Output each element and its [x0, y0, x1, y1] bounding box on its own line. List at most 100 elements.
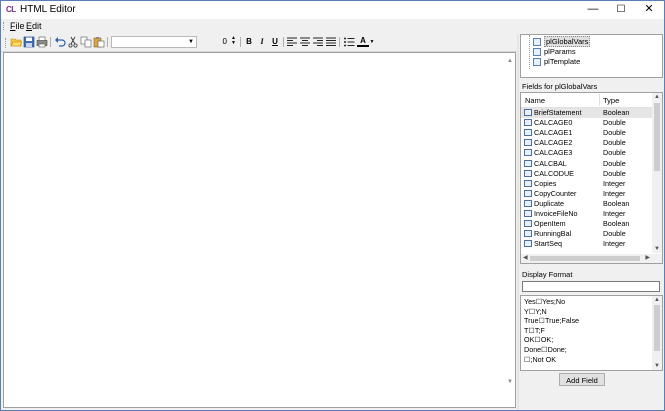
font-size-stepper[interactable]: 0 ▲ ▼ [200, 36, 237, 48]
title-bar[interactable]: CL HTML Editor — ☐ ✕ [1, 1, 664, 19]
field-type: Double [603, 229, 626, 239]
tree-connector [529, 35, 531, 69]
list-item[interactable]: OK☐OK; [524, 335, 553, 345]
scroll-up-icon[interactable]: ▲ [654, 94, 660, 100]
scroll-down-icon[interactable]: ▼ [654, 246, 660, 252]
tree-item-plglobalvars[interactable]: plGlobalVars [533, 36, 591, 47]
paste-icon[interactable] [93, 36, 105, 48]
field-name: CALCAGE1 [534, 128, 573, 138]
maximize-button[interactable]: ☐ [607, 1, 635, 18]
fields-list[interactable]: Name Type BriefStatement Boolean CALCAGE0 D… [520, 92, 663, 264]
minimize-button[interactable]: — [579, 1, 607, 18]
field-name: CopyCounter [534, 188, 577, 198]
column-divider[interactable] [599, 94, 600, 106]
align-center-icon[interactable] [299, 36, 311, 48]
display-format-options[interactable]: Yes☐Yes;No Y☐Y;N True☐True;False T☐T;F OK☐OK… [520, 295, 663, 371]
field-icon [524, 139, 532, 147]
chevron-down-icon[interactable]: ▼ [369, 36, 375, 48]
scroll-left-icon[interactable]: ◀ [523, 254, 528, 261]
bullet-list-icon[interactable] [343, 36, 355, 48]
scroll-up-icon[interactable]: ▲ [507, 58, 513, 64]
scroll-thumb[interactable] [654, 305, 660, 351]
font-color-button[interactable]: A [357, 36, 369, 47]
save-icon[interactable] [23, 36, 35, 48]
tree-item-label: plGlobalVars [544, 36, 591, 47]
chevron-down-icon[interactable]: ▼ [186, 37, 196, 47]
table-row[interactable]: CALCAGE2 Double [521, 138, 652, 148]
table-row[interactable]: CALCAGE0 Double [521, 118, 652, 128]
copy-icon[interactable] [80, 36, 92, 48]
list-item[interactable]: Y☐Y;N [524, 307, 547, 317]
table-row[interactable]: Copies Integer [521, 179, 652, 189]
table-row[interactable]: BriefStatement Boolean [521, 108, 652, 118]
table-row[interactable]: CALCBAL Double [521, 159, 652, 169]
list-item[interactable]: True☐True;False [524, 316, 579, 326]
field-name: Duplicate [534, 198, 564, 208]
field-type: Integer [603, 178, 626, 188]
tree-item-plparams[interactable]: plParams [533, 47, 576, 57]
underline-button[interactable]: U [269, 36, 281, 48]
template-tree[interactable]: plGlobalVars plParams plTemplate [520, 34, 663, 78]
field-icon [524, 119, 532, 127]
table-row[interactable]: Duplicate Boolean [521, 199, 652, 209]
field-name: InvoiceFileNo [534, 209, 578, 218]
scroll-right-icon[interactable]: ▶ [645, 254, 650, 261]
align-right-icon[interactable] [312, 36, 324, 48]
fields-label: Fields for plGlobalVars [522, 82, 598, 91]
column-header-name[interactable]: Name [525, 96, 545, 105]
close-button[interactable]: ✕ [635, 1, 663, 18]
scroll-down-icon[interactable]: ▼ [507, 379, 513, 385]
open-icon[interactable] [10, 36, 22, 48]
field-name: RunningBal [534, 229, 572, 239]
fields-vscrollbar[interactable]: ▲ ▼ [652, 93, 662, 253]
table-row[interactable]: CopyCounter Integer [521, 189, 652, 199]
scroll-thumb[interactable] [654, 103, 660, 171]
cut-icon[interactable] [67, 36, 79, 48]
table-row[interactable]: RunningBal Double [521, 229, 652, 239]
format-vscrollbar[interactable]: ▲ ▼ [652, 296, 662, 370]
table-row[interactable]: InvoiceFileNo Integer [521, 209, 652, 219]
spin-arrows-icon[interactable]: ▲ ▼ [231, 36, 236, 46]
field-icon [524, 129, 532, 137]
list-item[interactable]: Yes☐Yes;No [524, 297, 565, 307]
scroll-up-icon[interactable]: ▲ [654, 297, 660, 303]
scroll-down-icon[interactable]: ▼ [654, 363, 660, 369]
table-row[interactable]: StartSeq Integer [521, 239, 652, 249]
field-icon [524, 159, 532, 167]
field-icon [524, 240, 532, 248]
add-field-button[interactable]: Add Field [559, 373, 605, 386]
field-type: Boolean [603, 108, 630, 117]
bold-button[interactable]: B [243, 36, 255, 48]
italic-button[interactable]: I [256, 36, 268, 48]
column-header-type[interactable]: Type [603, 96, 619, 105]
toolbar-separator [339, 37, 340, 47]
field-name: CALCODUE [534, 168, 574, 178]
table-row[interactable]: CALCAGE3 Double [521, 148, 652, 158]
menu-edit[interactable]: Edit [26, 21, 42, 31]
field-icon [524, 179, 532, 187]
table-row[interactable]: CALCAGE1 Double [521, 128, 652, 138]
tree-item-pltemplate[interactable]: plTemplate [533, 57, 580, 67]
field-name: CALCAGE2 [534, 138, 573, 148]
html-editor-area[interactable]: ▲ ▼ [3, 52, 516, 408]
justify-icon[interactable] [325, 36, 337, 48]
scroll-thumb[interactable] [530, 256, 640, 261]
print-icon[interactable] [36, 36, 48, 48]
toolbar-separator [240, 37, 241, 47]
undo-icon[interactable] [54, 36, 66, 48]
font-name-combo[interactable]: ▼ [111, 36, 197, 48]
menu-grip [3, 22, 6, 30]
field-name: CALCBAL [534, 158, 567, 168]
field-name: Copies [534, 178, 557, 188]
table-row[interactable]: OpenItem Boolean [521, 219, 652, 229]
editor-scrollbar[interactable]: ▲ ▼ [505, 53, 515, 407]
display-format-input[interactable] [522, 281, 660, 292]
list-item[interactable]: Done☐Done; [524, 345, 567, 355]
menu-bar: File Edit [1, 19, 664, 33]
table-row[interactable]: CALCODUE Double [521, 169, 652, 179]
fields-hscrollbar[interactable]: ◀ ▶ [521, 254, 662, 263]
list-item[interactable]: ☐;Not OK [524, 355, 556, 365]
align-left-icon[interactable] [286, 36, 298, 48]
list-item[interactable]: T☐T;F [524, 326, 545, 336]
menu-file[interactable]: File [10, 21, 25, 31]
